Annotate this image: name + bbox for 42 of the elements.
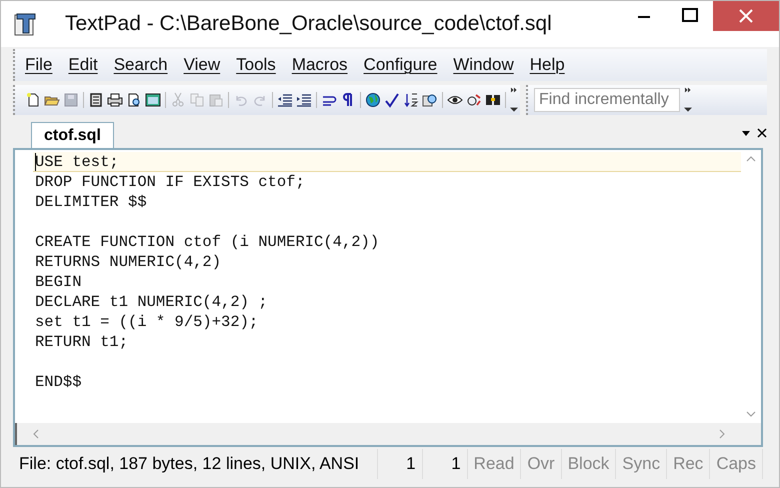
print-preview-icon[interactable]	[126, 92, 142, 108]
binoculars-icon[interactable]	[485, 92, 501, 108]
status-indicator: Block	[562, 449, 616, 479]
menu-item[interactable]: Search	[114, 55, 168, 75]
menu-item[interactable]: Edit	[68, 55, 98, 75]
file-info: File: ctof.sql, 187 bytes, 12 lines, UNIX, ANSI	[13, 449, 378, 479]
window-title: TextPad - C:\BareBone_Oracle\source_code\ctof.sql	[65, 12, 553, 36]
spell-check-icon[interactable]	[384, 92, 400, 108]
toolbar-overflow-icon[interactable]	[510, 86, 518, 114]
globe-icon[interactable]	[365, 92, 381, 108]
close-button[interactable]	[713, 1, 779, 31]
column-number: 1	[422, 449, 468, 479]
printer-icon[interactable]	[107, 92, 123, 108]
menu-item[interactable]: Window	[453, 55, 514, 75]
scroll-up-icon[interactable]	[746, 154, 756, 164]
line-number: 1	[378, 449, 423, 479]
window-icon[interactable]	[145, 92, 161, 108]
indent-icon[interactable]	[296, 92, 312, 108]
outdent-icon[interactable]	[277, 92, 293, 108]
status-indicator: Rec	[667, 449, 710, 479]
menu-item[interactable]: Macros	[292, 55, 348, 75]
status-indicator: Ovr	[521, 449, 562, 479]
search-replace-icon[interactable]	[466, 92, 482, 108]
status-indicator: Caps	[710, 449, 763, 479]
menu-item[interactable]: Tools	[236, 55, 276, 75]
find-in-files-icon[interactable]	[422, 92, 438, 108]
status-indicator: Read	[468, 449, 522, 479]
menu-item[interactable]: File	[25, 55, 52, 75]
toolbar-overflow-icon[interactable]	[684, 86, 692, 114]
file-tab[interactable]: ctof.sql	[31, 122, 114, 148]
document-icon[interactable]	[88, 92, 104, 108]
menu-item[interactable]: View	[184, 55, 220, 75]
dropdown-icon[interactable]	[741, 128, 751, 138]
close-icon[interactable]	[757, 128, 767, 138]
new-file-icon[interactable]	[25, 92, 41, 108]
menu-item[interactable]: Configure	[364, 55, 438, 75]
menu-item[interactable]: Help	[530, 55, 565, 75]
search-field[interactable]: Find incrementally	[534, 88, 680, 112]
sort-icon[interactable]	[403, 92, 419, 108]
text-cursor	[35, 153, 36, 171]
status-indicator: Sync	[616, 449, 668, 479]
scroll-down-icon[interactable]	[746, 409, 756, 419]
